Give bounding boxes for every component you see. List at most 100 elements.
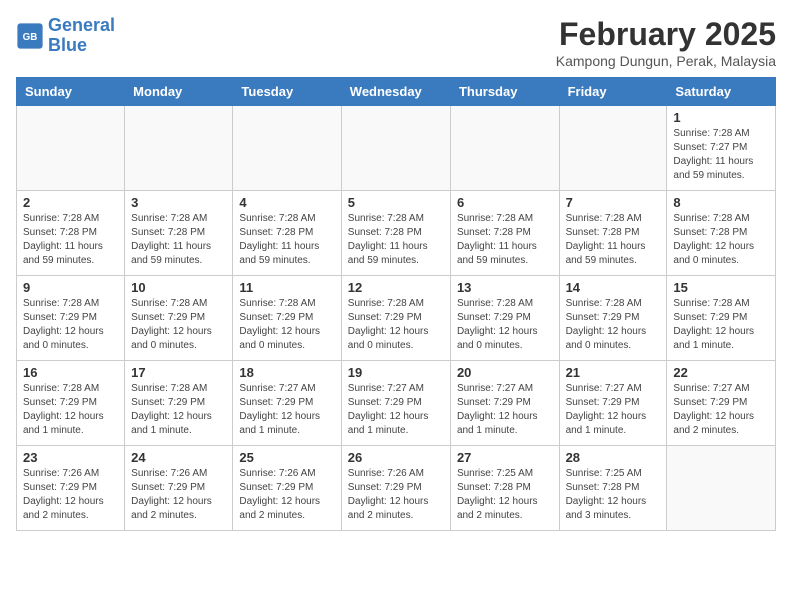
- day-number: 11: [239, 280, 334, 295]
- day-info: Sunrise: 7:28 AM Sunset: 7:28 PM Dayligh…: [23, 212, 118, 268]
- day-number: 20: [457, 365, 553, 380]
- header: GB General Blue February 2025 Kampong Du…: [16, 16, 776, 69]
- day-number: 22: [673, 365, 769, 380]
- day-number: 25: [239, 450, 334, 465]
- week-row-4: 16Sunrise: 7:28 AM Sunset: 7:29 PM Dayli…: [17, 361, 776, 446]
- calendar-cell: 3 Sunrise: 7:28 AM Sunset: 7:28 PM Daylig…: [125, 191, 233, 276]
- day-info: Sunrise: 7:27 AM Sunset: 7:29 PM Dayligh…: [457, 382, 553, 438]
- day-info: Sunrise: 7:28 AM Sunset: 7:29 PM Dayligh…: [131, 297, 226, 353]
- day-info: Sunrise: 7:28 AM Sunset: 7:29 PM Dayligh…: [23, 297, 118, 353]
- week-row-3: 9 Sunrise: 7:28 AM Sunset: 7:29 PM Daylig…: [17, 276, 776, 361]
- calendar-cell: 28 Sunrise: 7:25 AM Sunset: 7:28 PM Dayli…: [559, 446, 667, 531]
- calendar-cell: 19 Sunrise: 7:27 AM Sunset: 7:29 PM Dayli…: [341, 361, 450, 446]
- day-info: Sunrise: 7:27 AM Sunset: 7:29 PM Dayligh…: [566, 382, 661, 438]
- calendar-cell: 21 Sunrise: 7:27 AM Sunset: 7:29 PM Dayli…: [559, 361, 667, 446]
- calendar-cell: [559, 106, 667, 191]
- calendar-cell: 17 Sunrise: 7:28 AM Sunset: 7:29 PM Dayli…: [125, 361, 233, 446]
- calendar-cell: 15 Sunrise: 7:28 AM Sunset: 7:29 PM Dayli…: [667, 276, 776, 361]
- day-info: Sunrise: 7:26 AM Sunset: 7:29 PM Dayligh…: [348, 467, 444, 523]
- calendar-cell: 2 Sunrise: 7:28 AM Sunset: 7:28 PM Daylig…: [17, 191, 125, 276]
- day-info: Sunrise: 7:27 AM Sunset: 7:29 PM Dayligh…: [673, 382, 769, 438]
- day-number: 24: [131, 450, 226, 465]
- calendar-cell: 12 Sunrise: 7:28 AM Sunset: 7:29 PM Dayli…: [341, 276, 450, 361]
- week-row-1: 1Sunrise: 7:28 AM Sunset: 7:27 PM Daylig…: [17, 106, 776, 191]
- day-info: Sunrise: 7:28 AM Sunset: 7:29 PM Dayligh…: [566, 297, 661, 353]
- day-number: 4: [239, 195, 334, 210]
- calendar-cell: 25 Sunrise: 7:26 AM Sunset: 7:29 PM Dayli…: [233, 446, 341, 531]
- day-info: Sunrise: 7:28 AM Sunset: 7:29 PM Dayligh…: [348, 297, 444, 353]
- location: Kampong Dungun, Perak, Malaysia: [556, 53, 776, 69]
- logo: GB General Blue: [16, 16, 115, 56]
- calendar-cell: [450, 106, 559, 191]
- calendar-cell: 8 Sunrise: 7:28 AM Sunset: 7:28 PM Daylig…: [667, 191, 776, 276]
- calendar-cell: 26 Sunrise: 7:26 AM Sunset: 7:29 PM Dayli…: [341, 446, 450, 531]
- svg-text:GB: GB: [23, 32, 38, 43]
- day-info: Sunrise: 7:28 AM Sunset: 7:28 PM Dayligh…: [239, 212, 334, 268]
- day-number: 17: [131, 365, 226, 380]
- calendar-cell: 27 Sunrise: 7:25 AM Sunset: 7:28 PM Dayli…: [450, 446, 559, 531]
- day-info: Sunrise: 7:28 AM Sunset: 7:28 PM Dayligh…: [566, 212, 661, 268]
- day-info: Sunrise: 7:28 AM Sunset: 7:28 PM Dayligh…: [131, 212, 226, 268]
- day-info: Sunrise: 7:28 AM Sunset: 7:29 PM Dayligh…: [23, 382, 118, 438]
- day-number: 13: [457, 280, 553, 295]
- day-info: Sunrise: 7:27 AM Sunset: 7:29 PM Dayligh…: [348, 382, 444, 438]
- calendar-cell: 23 Sunrise: 7:26 AM Sunset: 7:29 PM Dayli…: [17, 446, 125, 531]
- day-info: Sunrise: 7:28 AM Sunset: 7:29 PM Dayligh…: [131, 382, 226, 438]
- day-info: Sunrise: 7:28 AM Sunset: 7:28 PM Dayligh…: [348, 212, 444, 268]
- day-info: Sunrise: 7:28 AM Sunset: 7:29 PM Dayligh…: [239, 297, 334, 353]
- day-number: 12: [348, 280, 444, 295]
- calendar-cell: [341, 106, 450, 191]
- weekday-header-sunday: Sunday: [17, 78, 125, 106]
- day-info: Sunrise: 7:28 AM Sunset: 7:29 PM Dayligh…: [457, 297, 553, 353]
- calendar-cell: 6 Sunrise: 7:28 AM Sunset: 7:28 PM Daylig…: [450, 191, 559, 276]
- day-number: 8: [673, 195, 769, 210]
- calendar-cell: 24 Sunrise: 7:26 AM Sunset: 7:29 PM Dayli…: [125, 446, 233, 531]
- day-number: 15: [673, 280, 769, 295]
- calendar-cell: 9 Sunrise: 7:28 AM Sunset: 7:29 PM Daylig…: [17, 276, 125, 361]
- calendar-cell: 20 Sunrise: 7:27 AM Sunset: 7:29 PM Dayli…: [450, 361, 559, 446]
- day-info: Sunrise: 7:26 AM Sunset: 7:29 PM Dayligh…: [131, 467, 226, 523]
- day-info: Sunrise: 7:26 AM Sunset: 7:29 PM Dayligh…: [239, 467, 334, 523]
- weekday-header-wednesday: Wednesday: [341, 78, 450, 106]
- day-info: Sunrise: 7:27 AM Sunset: 7:29 PM Dayligh…: [239, 382, 334, 438]
- day-number: 19: [348, 365, 444, 380]
- day-info: Sunrise: 7:25 AM Sunset: 7:28 PM Dayligh…: [566, 467, 661, 523]
- week-row-2: 2 Sunrise: 7:28 AM Sunset: 7:28 PM Daylig…: [17, 191, 776, 276]
- calendar-cell: 11 Sunrise: 7:28 AM Sunset: 7:29 PM Dayli…: [233, 276, 341, 361]
- day-number: 26: [348, 450, 444, 465]
- weekday-header-friday: Friday: [559, 78, 667, 106]
- day-number: 9: [23, 280, 118, 295]
- calendar-cell: 1Sunrise: 7:28 AM Sunset: 7:27 PM Daylig…: [667, 106, 776, 191]
- weekday-header-tuesday: Tuesday: [233, 78, 341, 106]
- calendar-cell: 22 Sunrise: 7:27 AM Sunset: 7:29 PM Dayli…: [667, 361, 776, 446]
- day-number: 28: [566, 450, 661, 465]
- day-number: 2: [23, 195, 118, 210]
- day-number: 6: [457, 195, 553, 210]
- day-number: 3: [131, 195, 226, 210]
- calendar-cell: 10 Sunrise: 7:28 AM Sunset: 7:29 PM Dayli…: [125, 276, 233, 361]
- day-number: 1: [673, 110, 769, 125]
- day-number: 10: [131, 280, 226, 295]
- day-info: Sunrise: 7:25 AM Sunset: 7:28 PM Dayligh…: [457, 467, 553, 523]
- calendar-cell: 4 Sunrise: 7:28 AM Sunset: 7:28 PM Daylig…: [233, 191, 341, 276]
- day-number: 23: [23, 450, 118, 465]
- calendar-cell: 16Sunrise: 7:28 AM Sunset: 7:29 PM Dayli…: [17, 361, 125, 446]
- title-area: February 2025 Kampong Dungun, Perak, Mal…: [556, 16, 776, 69]
- day-info: Sunrise: 7:28 AM Sunset: 7:29 PM Dayligh…: [673, 297, 769, 353]
- calendar-table: SundayMondayTuesdayWednesdayThursdayFrid…: [16, 77, 776, 531]
- week-row-5: 23 Sunrise: 7:26 AM Sunset: 7:29 PM Dayli…: [17, 446, 776, 531]
- day-info: Sunrise: 7:28 AM Sunset: 7:28 PM Dayligh…: [457, 212, 553, 268]
- day-number: 27: [457, 450, 553, 465]
- day-number: 21: [566, 365, 661, 380]
- logo-icon: GB: [16, 22, 44, 50]
- weekday-header-saturday: Saturday: [667, 78, 776, 106]
- day-info: Sunrise: 7:28 AM Sunset: 7:28 PM Dayligh…: [673, 212, 769, 268]
- day-number: 7: [566, 195, 661, 210]
- month-title: February 2025: [556, 16, 776, 53]
- logo-text: General Blue: [48, 16, 115, 56]
- weekday-header-thursday: Thursday: [450, 78, 559, 106]
- calendar-cell: 13 Sunrise: 7:28 AM Sunset: 7:29 PM Dayli…: [450, 276, 559, 361]
- calendar-cell: [667, 446, 776, 531]
- day-number: 18: [239, 365, 334, 380]
- day-info: Sunrise: 7:26 AM Sunset: 7:29 PM Dayligh…: [23, 467, 118, 523]
